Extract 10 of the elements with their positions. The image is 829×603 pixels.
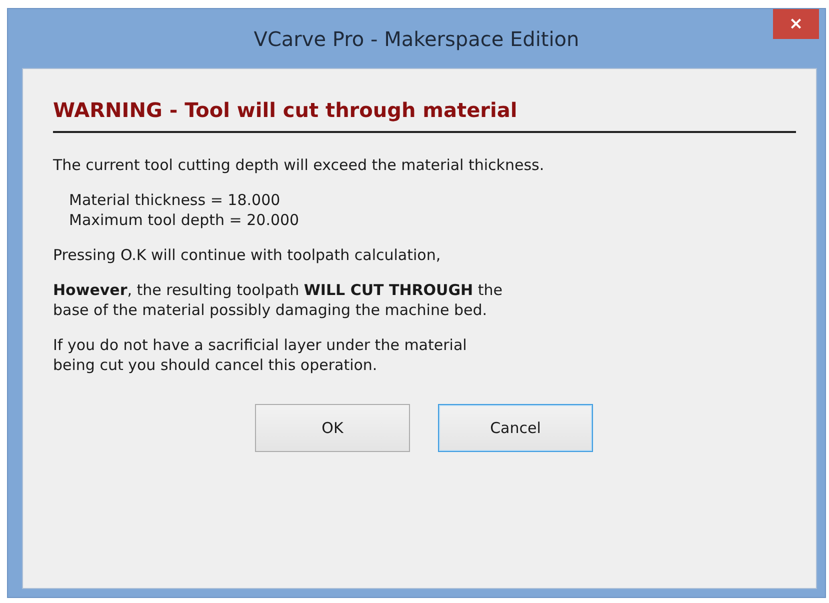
ok-button[interactable]: OK [255,404,410,452]
window-title: VCarve Pro - Makerspace Edition [254,26,580,50]
message-text: However, the resulting toolpath WILL CUT THROUGH the base of the material possibly damaging the machine bed. [53,280,504,320]
message-text: If you do not have a sacrificial layer under the material being cut you should cancel this operation. [53,335,468,375]
close-button[interactable]: × [773,9,819,39]
cancel-button[interactable]: Cancel [438,404,593,452]
values-text: Material thickness = 18.000 Maximum tool depth = 20.000 [69,190,300,230]
message-text: The current tool cutting depth will exceed the material thickness. [53,155,546,175]
message-text: Pressing O.K will continue with toolpath calculation, [53,245,442,265]
warning-heading: WARNING - Tool will cut through material [53,88,796,133]
